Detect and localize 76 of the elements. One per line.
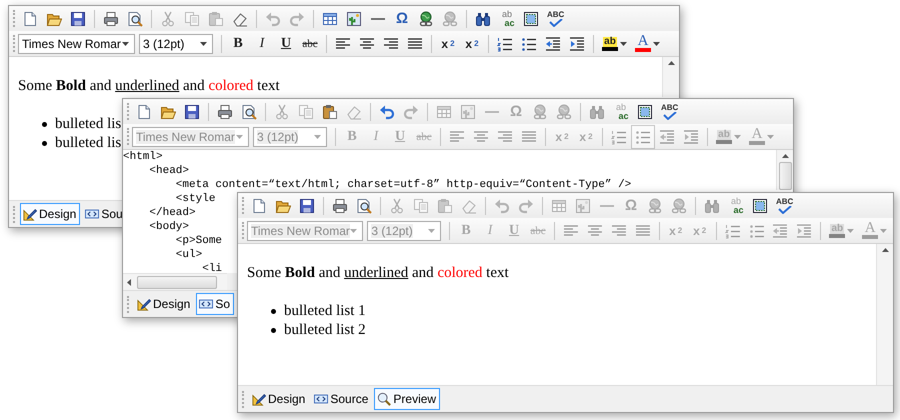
- size-select[interactable]: 3 (12pt): [139, 34, 213, 54]
- scroll-up-arrow-icon[interactable]: [882, 248, 888, 252]
- code-brackets-icon: [199, 297, 214, 311]
- spell-check-button[interactable]: ABC: [772, 194, 798, 218]
- list-item: bulleted list 2: [284, 321, 366, 340]
- preview-tab[interactable]: Preview: [374, 388, 440, 410]
- bullet: [271, 328, 276, 333]
- scroll-left-arrow-icon[interactable]: [127, 278, 131, 286]
- code-line: <body>: [148, 220, 190, 234]
- source-tab[interactable]: Source: [311, 388, 372, 410]
- code-line: <meta content=“text/html; charset=utf-8” http-equiv=“Content-Type” />: [174, 178, 632, 192]
- horizontal-scrollbar[interactable]: [123, 273, 227, 290]
- font-color-button[interactable]: A: [631, 32, 664, 56]
- paragraph: Some Bold and underlined and colored text: [247, 264, 509, 282]
- source-tab[interactable]: Sou: [82, 203, 127, 225]
- highlight-button[interactable]: ab: [598, 32, 631, 56]
- code-brackets-icon: [85, 207, 100, 221]
- swatch-bar: [862, 235, 878, 239]
- symbol-button[interactable]: Ω: [390, 6, 414, 30]
- scroll-up-arrow-icon[interactable]: [782, 154, 788, 158]
- code-line: <ul>: [174, 248, 202, 262]
- design-tab[interactable]: Design: [249, 388, 310, 410]
- vertical-scrollbar[interactable]: [776, 150, 793, 190]
- ruler-pencil-icon: [252, 392, 266, 406]
- strikethrough-button[interactable]: abc: [298, 32, 322, 56]
- swatch-bar: [749, 141, 765, 145]
- list-item: bulleted list 1: [284, 302, 366, 321]
- list-item: bulleted lis: [55, 115, 122, 134]
- checkmark-icon: [662, 112, 677, 120]
- superscript-button[interactable]: x$^{2}$: [436, 32, 460, 56]
- dropdown-arrow-icon: [880, 228, 887, 232]
- design-tab[interactable]: Design: [20, 203, 80, 225]
- bullet: [271, 309, 276, 314]
- code-brackets-icon: [314, 392, 328, 406]
- source-tab[interactable]: So: [196, 293, 234, 315]
- spell-check-button[interactable]: ABC: [543, 6, 568, 30]
- dropdown-arrow-icon: [350, 228, 358, 232]
- dropdown-arrow-icon: [122, 42, 129, 46]
- ruler-pencil-icon: [137, 297, 151, 311]
- code-line: <li: [201, 262, 222, 273]
- paragraph: Some Bold and underlined and colored text: [18, 77, 280, 95]
- swatch-bar: [602, 46, 618, 50]
- checkmark-icon: [548, 18, 563, 26]
- italic-button[interactable]: I: [250, 32, 274, 56]
- swatch-bar: [635, 48, 651, 52]
- ruler-pencil-icon: [23, 207, 37, 221]
- design-tab[interactable]: Design: [134, 293, 194, 315]
- checkmark-icon: [778, 206, 792, 214]
- code-line: </head>: [148, 206, 196, 220]
- dropdown-arrow-icon: [847, 228, 854, 232]
- code-line: <head>: [148, 164, 190, 178]
- dropdown-arrow-icon: [200, 42, 207, 46]
- code-line: <p>Some: [174, 234, 222, 248]
- underline-button[interactable]: U: [274, 32, 298, 56]
- dropdown-arrow-icon: [653, 42, 660, 46]
- code-line: <html>: [123, 150, 163, 164]
- dropdown-arrow-icon: [236, 134, 243, 138]
- dropdown-arrow-icon: [620, 42, 627, 46]
- magnifier-icon: [377, 392, 392, 406]
- replace-button[interactable]: ab ac: [495, 6, 519, 30]
- bold-button[interactable]: B: [226, 32, 250, 56]
- dropdown-arrow-icon: [428, 228, 436, 232]
- bullet: [42, 122, 47, 127]
- scroll-up-arrow-icon[interactable]: [668, 61, 674, 65]
- bullet: [42, 141, 47, 146]
- vertical-scrollbar[interactable]: [662, 57, 679, 97]
- swatch-bar: [829, 234, 846, 238]
- spell-check-button[interactable]: ABC: [657, 100, 682, 124]
- list-item: bulleted lis: [55, 134, 122, 153]
- vertical-scrollbar[interactable]: [876, 244, 893, 385]
- code-line: <style: [174, 192, 216, 206]
- dropdown-arrow-icon: [734, 134, 741, 138]
- dropdown-arrow-icon: [767, 134, 774, 138]
- font-select[interactable]: Times New Romar: [18, 34, 135, 54]
- dropdown-arrow-icon: [314, 134, 321, 138]
- swatch-bar: [716, 140, 732, 144]
